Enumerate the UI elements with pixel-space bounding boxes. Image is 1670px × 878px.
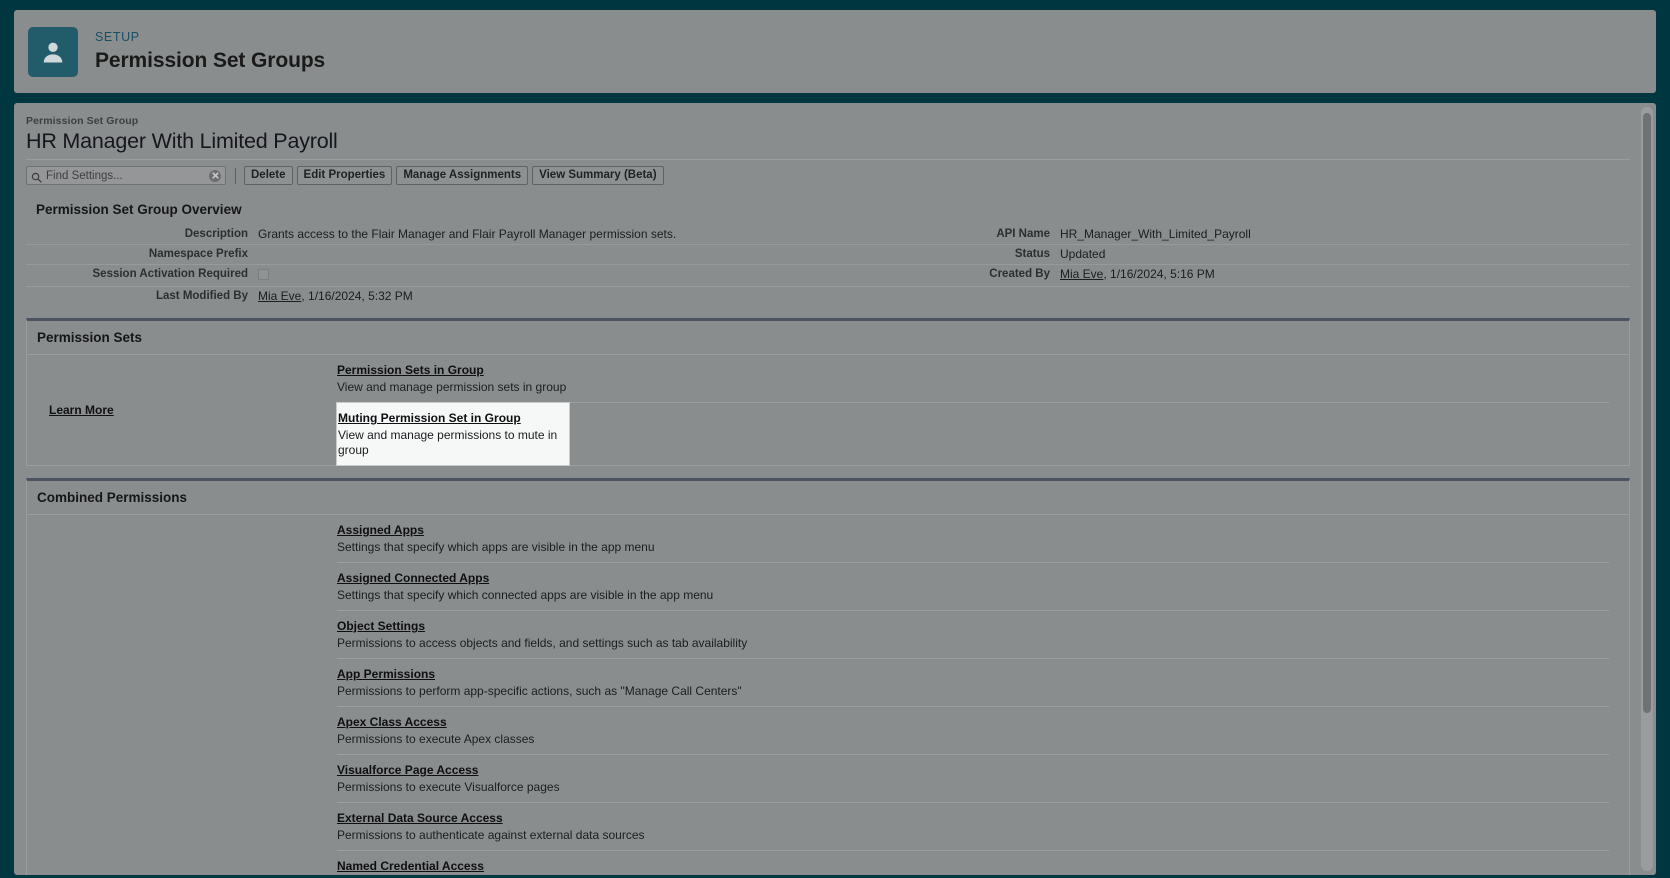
link-title[interactable]: Assigned Apps — [337, 523, 424, 537]
record-header: Permission Set Group HR Manager With Lim… — [14, 111, 1642, 160]
field-label: Description — [26, 227, 258, 242]
record-toolbar: Delete Edit Properties Manage Assignment… — [14, 160, 1642, 192]
created-by-timestamp: , 1/16/2024, 5:16 PM — [1103, 267, 1214, 281]
link-description: Permissions to authenticate against exte… — [337, 828, 1609, 843]
link-object-settings[interactable]: Object Settings Permissions to access ob… — [337, 611, 1609, 659]
link-title[interactable]: Assigned Connected Apps — [337, 571, 489, 585]
field-label: Created By — [828, 267, 1060, 282]
link-title[interactable]: Named Credential Access — [337, 859, 484, 873]
delete-button[interactable]: Delete — [244, 166, 293, 185]
field-label: API Name — [828, 227, 1060, 242]
field-value: Grants access to the Flair Manager and F… — [258, 227, 676, 242]
permission-sets-left: Learn More — [27, 355, 337, 465]
link-title[interactable]: Permission Sets in Group — [337, 363, 484, 377]
record-object-label: Permission Set Group — [26, 115, 1630, 127]
field-label: Session Activation Required — [26, 267, 258, 282]
clear-icon[interactable] — [209, 170, 221, 182]
combined-permissions-panel: Combined Permissions View a summary of a… — [26, 478, 1630, 875]
field-spacer — [828, 287, 1630, 306]
setup-title-block: SETUP Permission Set Groups — [95, 31, 325, 72]
field-value: Updated — [1060, 247, 1105, 262]
scrollbar-thumb[interactable] — [1643, 113, 1651, 713]
link-external-data-source-access[interactable]: External Data Source Access Permissions … — [337, 803, 1609, 851]
setup-eyebrow: SETUP — [95, 31, 325, 45]
user-icon — [28, 27, 78, 77]
search-icon — [31, 170, 42, 181]
page-title: Permission Set Groups — [95, 49, 325, 72]
field-status: Status Updated — [828, 245, 1630, 265]
link-assigned-connected-apps[interactable]: Assigned Connected Apps Settings that sp… — [337, 563, 1609, 611]
manage-assignments-button[interactable]: Manage Assignments — [396, 166, 528, 185]
record-scroll-region: Permission Set Group HR Manager With Lim… — [14, 103, 1642, 875]
search-box[interactable] — [26, 166, 226, 185]
link-title[interactable]: Object Settings — [337, 619, 425, 633]
link-muting-permission-set-in-group[interactable]: Muting Permission Set in Group View and … — [337, 403, 569, 465]
link-named-credential-access[interactable]: Named Credential Access Permissions to a… — [337, 851, 1609, 875]
link-description: Permissions to execute Apex classes — [337, 732, 1609, 747]
link-title[interactable]: External Data Source Access — [337, 811, 503, 825]
last-modified-timestamp: , 1/16/2024, 5:32 PM — [301, 289, 412, 303]
field-label: Status — [828, 247, 1060, 262]
permission-sets-learn-more-link[interactable]: Learn More — [49, 402, 114, 418]
combined-permissions-left: View a summary of all permissions in gro… — [27, 515, 337, 875]
link-visualforce-page-access[interactable]: Visualforce Page Access Permissions to e… — [337, 755, 1609, 803]
permission-sets-panel: Permission Sets Learn More Permission Se… — [26, 318, 1630, 466]
link-title[interactable]: Muting Permission Set in Group — [338, 411, 521, 425]
search-input[interactable] — [46, 170, 209, 182]
permission-sets-body: Learn More Permission Sets in Group View… — [27, 355, 1629, 465]
link-assigned-apps[interactable]: Assigned Apps Settings that specify whic… — [337, 515, 1609, 563]
field-api-name: API Name HR_Manager_With_Limited_Payroll — [828, 225, 1630, 245]
overview-title: Permission Set Group Overview — [26, 192, 1630, 225]
permission-sets-links: Permission Sets in Group View and manage… — [337, 355, 1629, 465]
field-namespace-prefix: Namespace Prefix — [26, 245, 828, 265]
link-title[interactable]: Visualforce Page Access — [337, 763, 478, 777]
link-title[interactable]: App Permissions — [337, 667, 435, 681]
link-apex-class-access[interactable]: Apex Class Access Permissions to execute… — [337, 707, 1609, 755]
link-description: Permissions to execute Visualforce pages — [337, 780, 1609, 795]
overview-section: Permission Set Group Overview Descriptio… — [26, 192, 1630, 306]
field-value: HR_Manager_With_Limited_Payroll — [1060, 227, 1251, 242]
link-description: Permissions to perform app-specific acti… — [337, 684, 1609, 699]
vertical-scrollbar[interactable] — [1641, 107, 1653, 871]
field-label: Last Modified By — [26, 289, 258, 304]
app-root: SETUP Permission Set Groups Permission S… — [0, 0, 1670, 878]
permission-sets-title: Permission Sets — [27, 321, 1629, 355]
field-last-modified-by: Last Modified By Mia Eve, 1/16/2024, 5:3… — [26, 287, 828, 306]
field-description: Description Grants access to the Flair M… — [26, 225, 828, 245]
record-name: HR Manager With Limited Payroll — [26, 129, 1630, 154]
session-activation-checkbox — [258, 269, 269, 280]
link-description: Settings that specify which apps are vis… — [337, 540, 1609, 555]
field-session-activation-required: Session Activation Required — [26, 265, 828, 287]
link-description: Settings that specify which connected ap… — [337, 588, 1609, 603]
toolbar-separator — [235, 168, 236, 184]
combined-permissions-body: View a summary of all permissions in gro… — [27, 515, 1629, 875]
link-description: View and manage permission sets in group — [337, 380, 1609, 395]
created-by-user-link[interactable]: Mia Eve — [1060, 267, 1103, 281]
setup-header: SETUP Permission Set Groups — [14, 10, 1656, 93]
view-summary-beta-button[interactable]: View Summary (Beta) — [532, 166, 663, 185]
link-description: View and manage permissions to mute in g… — [338, 428, 569, 458]
record-card: Permission Set Group HR Manager With Lim… — [14, 103, 1656, 875]
field-label: Namespace Prefix — [26, 247, 258, 262]
combined-permissions-title: Combined Permissions — [27, 481, 1629, 515]
edit-properties-button[interactable]: Edit Properties — [297, 166, 393, 185]
field-created-by: Created By Mia Eve, 1/16/2024, 5:16 PM — [828, 265, 1630, 287]
combined-permissions-links: Assigned Apps Settings that specify whic… — [337, 515, 1629, 875]
last-modified-by-user-link[interactable]: Mia Eve — [258, 289, 301, 303]
link-permission-sets-in-group[interactable]: Permission Sets in Group View and manage… — [337, 355, 1609, 403]
link-title[interactable]: Apex Class Access — [337, 715, 447, 729]
link-description: Permissions to access objects and fields… — [337, 636, 1609, 651]
link-app-permissions[interactable]: App Permissions Permissions to perform a… — [337, 659, 1609, 707]
overview-field-grid: Description Grants access to the Flair M… — [26, 225, 1630, 306]
